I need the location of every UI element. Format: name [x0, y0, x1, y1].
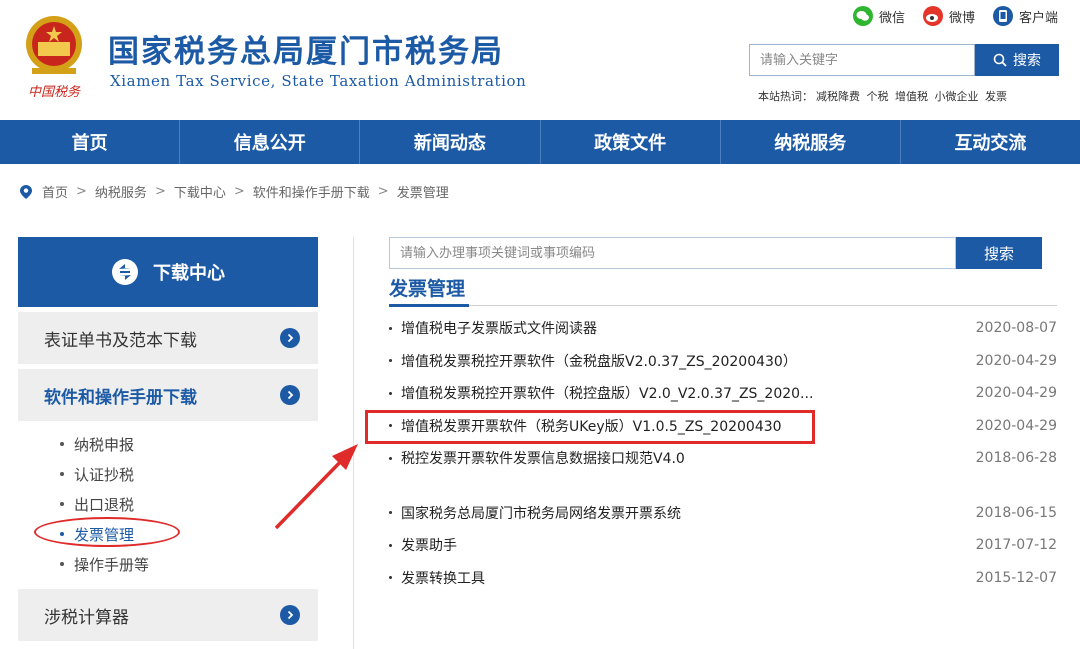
- sidebar-item-label: 软件和操作手册下载: [44, 387, 197, 408]
- nav-interaction[interactable]: 互动交流: [901, 120, 1080, 164]
- sidebar-subitem-label: 纳税申报: [74, 435, 135, 454]
- list-item[interactable]: 增值税电子发票版式文件阅读器 2020-08-07: [389, 312, 1057, 345]
- publish-date: 2018-06-28: [975, 450, 1057, 467]
- nav-tax-service[interactable]: 纳税服务: [721, 120, 901, 164]
- sidebar-header: 下载中心: [18, 237, 318, 307]
- publish-date: 2020-04-29: [975, 352, 1057, 369]
- publish-date: 2020-04-29: [975, 385, 1057, 402]
- hot-words-label: 本站热词：: [758, 90, 813, 103]
- nav-info-disclosure[interactable]: 信息公开: [180, 120, 361, 164]
- sidebar-subitem-label: 出口退税: [74, 495, 135, 514]
- wechat-icon: [852, 6, 873, 26]
- chevron-right-icon: [280, 385, 300, 405]
- chevron-right-icon: [280, 328, 300, 348]
- client-app-label: 客户端: [1018, 10, 1058, 26]
- breadcrumb-download-center[interactable]: 下载中心: [174, 182, 226, 201]
- hot-words: 本站热词： 减税降费 个税 增值税 小微企业 发票: [758, 88, 1010, 104]
- breadcrumb: 首页 > 纳税服务 > 下载中心 > 软件和操作手册下载 > 发票管理: [20, 182, 449, 201]
- site-search-input[interactable]: [749, 44, 975, 76]
- site-search: 搜索: [749, 44, 1059, 76]
- download-link[interactable]: 发票转换工具: [401, 568, 485, 588]
- list-item[interactable]: 税控发票开票软件发票信息数据接口规范V4.0 2018-06-28: [389, 442, 1057, 475]
- main-nav: 首页 信息公开 新闻动态 政策文件 纳税服务 互动交流: [0, 120, 1080, 164]
- location-pin-icon: [20, 184, 32, 199]
- sidebar-item-tax-calculator[interactable]: 涉税计算器: [18, 589, 318, 641]
- section-divider: [389, 305, 1057, 306]
- hot-word[interactable]: 发票: [985, 90, 1007, 103]
- list-item[interactable]: 发票助手 2017-07-12: [389, 529, 1057, 562]
- list-item[interactable]: 发票转换工具 2015-12-07: [389, 562, 1057, 595]
- nav-news[interactable]: 新闻动态: [360, 120, 541, 164]
- breadcrumb-software-manuals[interactable]: 软件和操作手册下载: [253, 182, 370, 201]
- section-title: 发票管理: [389, 278, 466, 300]
- download-link[interactable]: 税控发票开票软件发票信息数据接口规范V4.0: [401, 448, 685, 468]
- sidebar-item-label: 表证单书及范本下载: [44, 330, 197, 351]
- download-list: 增值税电子发票版式文件阅读器 2020-08-07 增值税发票税控开票软件（金税…: [389, 312, 1057, 594]
- download-link[interactable]: 发票助手: [401, 535, 457, 555]
- hot-word[interactable]: 减税降费: [816, 90, 860, 103]
- hot-word[interactable]: 小微企业: [935, 90, 979, 103]
- list-item[interactable]: 增值税发票税控开票软件（税控盘版）V2.0_V2.0.37_ZS_2020...…: [389, 377, 1057, 410]
- svg-text:中国税务: 中国税务: [28, 85, 81, 100]
- list-item[interactable]: 国家税务总局厦门市税务局网络发票开票系统 2018-06-15: [389, 497, 1057, 530]
- list-item[interactable]: 增值税发票税控开票软件（金税盘版V2.0.37_ZS_20200430） 202…: [389, 345, 1057, 378]
- breadcrumb-home[interactable]: 首页: [42, 182, 68, 201]
- chevron-right-icon: [280, 605, 300, 625]
- site-search-label: 搜索: [1013, 53, 1041, 69]
- weibo-link[interactable]: 微博: [922, 6, 975, 26]
- sidebar: 下载中心 表证单书及范本下载 软件和操作手册下载 纳税申报 认证抄税 出口退税 …: [18, 237, 318, 641]
- sidebar-item-label: 涉税计算器: [44, 607, 129, 628]
- publish-date: 2020-04-29: [975, 417, 1057, 434]
- download-center-icon: [112, 259, 138, 285]
- nav-policy[interactable]: 政策文件: [541, 120, 721, 164]
- publish-date: 2015-12-07: [975, 569, 1057, 586]
- highlight-annotation-box: [365, 410, 815, 444]
- breadcrumb-tax-service[interactable]: 纳税服务: [95, 182, 147, 201]
- sidebar-subitem-label: 操作手册等: [74, 555, 150, 574]
- breadcrumb-invoice-management[interactable]: 发票管理: [397, 182, 449, 201]
- weibo-icon: [922, 6, 943, 26]
- matter-search-input[interactable]: [389, 237, 956, 269]
- client-app-icon: [992, 6, 1013, 26]
- site-search-button[interactable]: 搜索: [975, 44, 1059, 76]
- client-app-link[interactable]: 客户端: [992, 6, 1058, 26]
- download-link[interactable]: 增值税电子发票版式文件阅读器: [401, 318, 597, 338]
- sidebar-subitem-label: 认证抄税: [74, 465, 135, 484]
- publish-date: 2017-07-12: [975, 537, 1057, 554]
- search-icon: [993, 53, 1007, 67]
- matter-search: 搜索: [389, 237, 1042, 269]
- wechat-link[interactable]: 微信: [852, 6, 905, 26]
- social-links: 微信 微博 客户端: [852, 6, 1058, 26]
- download-link[interactable]: 国家税务总局厦门市税务局网络发票开票系统: [401, 503, 681, 523]
- page: 中国税务 国家税务总局厦门市税务局 Xiamen Tax Service, St…: [0, 0, 1080, 649]
- publish-date: 2018-06-15: [975, 504, 1057, 521]
- download-link[interactable]: 增值税发票税控开票软件（金税盘版V2.0.37_ZS_20200430）: [401, 351, 797, 371]
- nav-home[interactable]: 首页: [0, 120, 181, 164]
- download-link[interactable]: 增值税发票税控开票软件（税控盘版）V2.0_V2.0.37_ZS_2020...: [401, 383, 813, 403]
- national-emblem-logo: 中国税务: [26, 16, 82, 100]
- site-title: 国家税务总局厦门市税务局: [108, 34, 504, 70]
- matter-search-button[interactable]: 搜索: [956, 237, 1042, 269]
- wechat-label: 微信: [878, 10, 905, 26]
- sidebar-subitem-manuals[interactable]: 操作手册等: [60, 549, 318, 579]
- publish-date: 2020-08-07: [975, 320, 1057, 337]
- section-divider-accent: [389, 304, 469, 307]
- weibo-label: 微博: [948, 10, 975, 26]
- sidebar-item-forms-templates[interactable]: 表证单书及范本下载: [18, 312, 318, 364]
- site-subtitle: Xiamen Tax Service, State Taxation Admin…: [110, 72, 527, 90]
- hot-word[interactable]: 个税: [867, 90, 889, 103]
- sidebar-item-software-manuals[interactable]: 软件和操作手册下载: [18, 369, 318, 421]
- annotation-arrow-icon: [274, 444, 358, 530]
- hot-word[interactable]: 增值税: [895, 90, 928, 103]
- highlight-annotation-ellipse: [34, 517, 180, 547]
- header: 中国税务 国家税务总局厦门市税务局 Xiamen Tax Service, St…: [0, 0, 1080, 120]
- sidebar-title: 下载中心: [153, 263, 225, 284]
